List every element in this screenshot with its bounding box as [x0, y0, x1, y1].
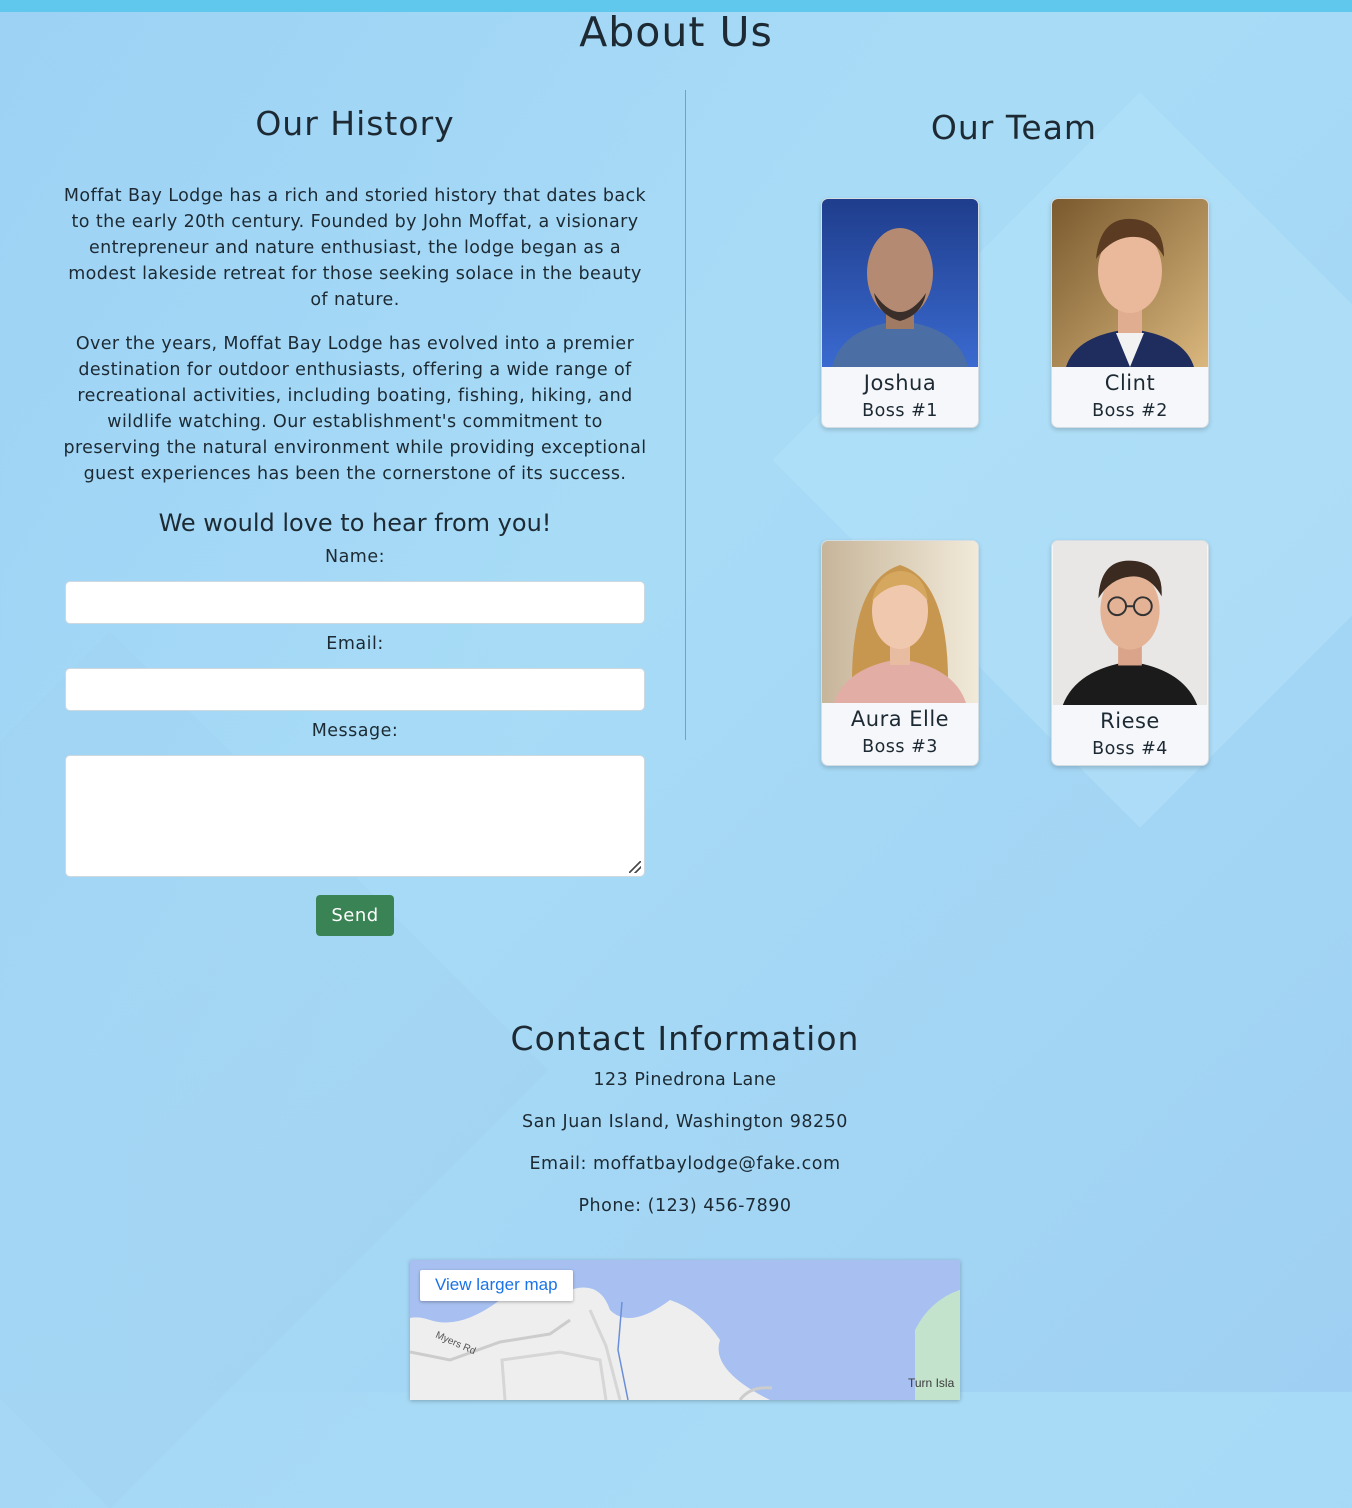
avatar [822, 541, 978, 703]
team-member-role: Boss #2 [1092, 401, 1168, 421]
team-member-name: Clint [1104, 371, 1156, 395]
history-section: Our History Moffat Bay Lodge has a rich … [58, 100, 652, 936]
message-label: Message: [311, 721, 399, 741]
resize-grip-icon[interactable] [629, 861, 641, 873]
send-button[interactable]: Send [316, 895, 394, 936]
column-divider [685, 90, 686, 740]
message-field[interactable] [65, 755, 645, 877]
team-member-role: Boss #1 [862, 401, 938, 421]
team-title: Our Team [930, 108, 1098, 147]
email-label: Email: [326, 634, 384, 654]
contact-section: Contact Information 123 Pinedrona Lane S… [0, 1015, 1352, 1216]
team-member-name: Aura Elle [850, 707, 950, 731]
team-member-role: Boss #3 [862, 737, 938, 757]
team-card-aura-elle[interactable]: Aura Elle Boss #3 [821, 540, 979, 766]
team-member-role: Boss #4 [1092, 739, 1168, 759]
name-label: Name: [324, 547, 386, 567]
email-field[interactable] [65, 668, 645, 711]
page-title: About Us [579, 8, 773, 56]
view-larger-map-link[interactable]: View larger map [420, 1270, 573, 1301]
team-card-clint[interactable]: Clint Boss #2 [1051, 198, 1209, 428]
team-member-name: Joshua [863, 371, 937, 395]
contact-phone: Phone: (123) 456-7890 [578, 1196, 792, 1216]
avatar [822, 199, 978, 367]
contact-title: Contact Information [510, 1019, 860, 1058]
map-place-label: Turn Isla [908, 1376, 955, 1390]
avatar [1052, 199, 1208, 367]
contact-email: Email: moffatbaylodge@fake.com [529, 1154, 841, 1174]
form-heading: We would love to hear from you! [158, 509, 552, 537]
history-title: Our History [255, 104, 455, 143]
address-line: 123 Pinedrona Lane [593, 1070, 777, 1090]
history-paragraph: Moffat Bay Lodge has a rich and storied … [63, 186, 647, 310]
address-line: San Juan Island, Washington 98250 [522, 1112, 848, 1132]
team-card-joshua[interactable]: Joshua Boss #1 [821, 198, 979, 428]
avatar [1052, 541, 1208, 705]
history-paragraph: Over the years, Moffat Bay Lodge has evo… [63, 334, 647, 484]
team-member-name: Riese [1100, 709, 1160, 733]
contact-form: We would love to hear from you! Name: Em… [58, 509, 652, 936]
team-card-riese[interactable]: Riese Boss #4 [1051, 540, 1209, 766]
embedded-map[interactable]: View larger map Myers Rd Turn Isla [410, 1260, 960, 1400]
name-field[interactable] [65, 581, 645, 624]
